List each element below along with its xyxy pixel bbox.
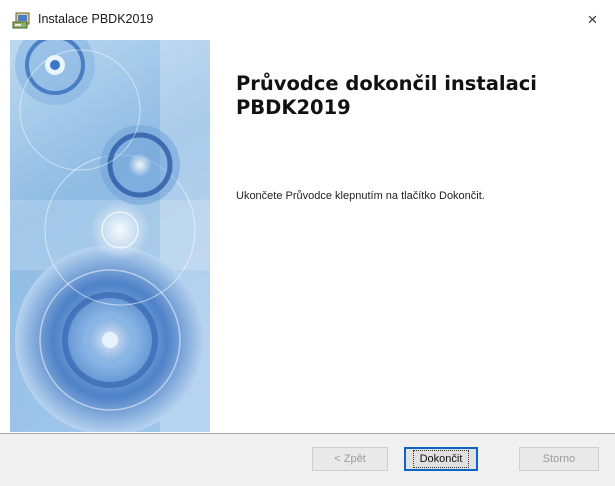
banner-artwork (10, 40, 210, 432)
cancel-button-label: Storno (542, 453, 576, 465)
cancel-button[interactable]: Storno (519, 447, 599, 471)
back-button[interactable]: < Zpět (312, 447, 388, 471)
finish-button-label: Dokončit (412, 450, 470, 468)
finish-button[interactable]: Dokončit (404, 447, 478, 471)
close-button[interactable]: × (570, 0, 615, 40)
footer-separator (0, 433, 615, 434)
title-bar: Instalace PBDK2019 × (0, 0, 615, 40)
wizard-message: Ukončete Průvodce klepnutím na tlačítko … (236, 190, 485, 202)
wizard-side-banner (10, 40, 210, 432)
button-bar: < Zpět Dokončit Storno (0, 433, 615, 486)
installer-icon (12, 12, 30, 29)
wizard-heading: Průvodce dokončil instalaci PBDK2019 (236, 72, 537, 119)
back-button-label: < Zpět (334, 453, 366, 465)
window-title: Instalace PBDK2019 (38, 12, 154, 26)
